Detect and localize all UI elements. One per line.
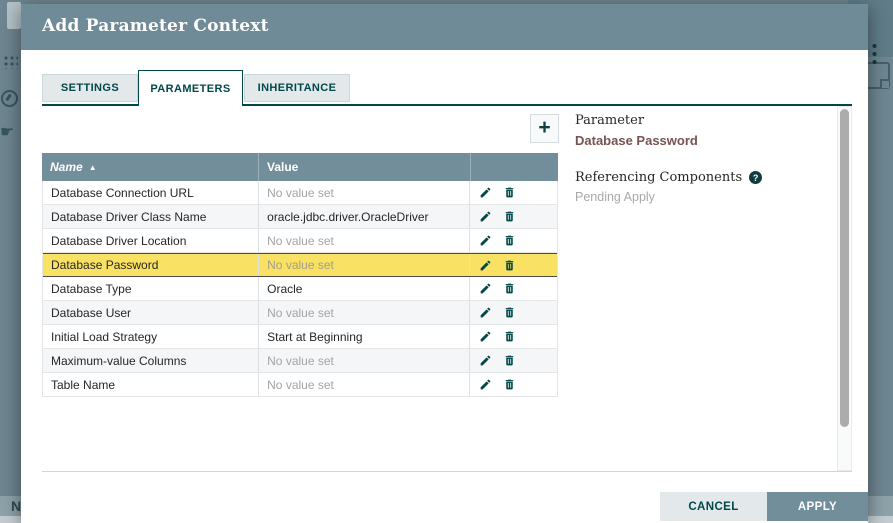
tab-parameters[interactable]: PARAMETERS bbox=[138, 70, 243, 106]
scrollbar-track[interactable] bbox=[837, 106, 852, 471]
scrollbar-thumb[interactable] bbox=[840, 109, 849, 427]
edit-parameter-icon[interactable] bbox=[478, 258, 492, 272]
parameter-value-cell: No value set bbox=[258, 373, 469, 396]
edit-parameter-icon[interactable] bbox=[478, 234, 492, 248]
parameter-detail-panel: Parameter Database Password Referencing … bbox=[575, 113, 845, 204]
parameter-value-cell: No value set bbox=[258, 229, 469, 252]
tab-settings-label: SETTINGS bbox=[61, 82, 119, 94]
column-name-label: Name bbox=[50, 160, 83, 174]
help-icon[interactable]: ? bbox=[749, 171, 762, 184]
dialog-header: Add Parameter Context bbox=[21, 4, 868, 50]
parameter-actions-cell bbox=[469, 301, 557, 324]
table-row[interactable]: Initial Load Strategy Start at Beginning bbox=[43, 325, 557, 349]
parameter-name-cell: Maximum-value Columns bbox=[43, 349, 258, 372]
parameter-name-cell: Database Type bbox=[43, 277, 258, 300]
parameter-name-cell: Table Name bbox=[43, 373, 258, 396]
parameter-table: Name ▲ Value Database Connection URL No … bbox=[42, 153, 558, 397]
parameter-actions-cell bbox=[469, 205, 557, 228]
parameter-value-cell: Oracle bbox=[258, 277, 469, 300]
components-grid-icon bbox=[3, 55, 18, 69]
selected-parameter-name: Database Password bbox=[575, 133, 845, 148]
table-row[interactable]: Table Name No value set bbox=[43, 373, 557, 397]
edit-parameter-icon[interactable] bbox=[478, 378, 492, 392]
delete-parameter-icon[interactable] bbox=[502, 258, 516, 272]
parameter-name-cell: Database Driver Class Name bbox=[43, 205, 258, 228]
delete-parameter-icon[interactable] bbox=[502, 210, 516, 224]
plus-icon: + bbox=[538, 117, 550, 138]
toolbar-dots-icon bbox=[872, 42, 877, 64]
breadcrumb-partial-text: N bbox=[11, 498, 21, 514]
edit-parameter-icon[interactable] bbox=[478, 210, 492, 224]
table-row[interactable]: Database Password No value set bbox=[43, 253, 557, 277]
parameter-table-body: Database Connection URL No value set Dat… bbox=[42, 181, 558, 397]
dialog-title: Add Parameter Context bbox=[42, 16, 269, 36]
parameter-value-cell: No value set bbox=[258, 349, 469, 372]
edit-parameter-icon[interactable] bbox=[478, 354, 492, 368]
table-row[interactable]: Database Driver Location No value set bbox=[43, 229, 557, 253]
parameter-actions-cell bbox=[469, 349, 557, 372]
table-row[interactable]: Database Type Oracle bbox=[43, 277, 557, 301]
edit-parameter-icon[interactable] bbox=[478, 330, 492, 344]
parameter-actions-cell bbox=[469, 229, 557, 252]
parameter-name-cell: Database Driver Location bbox=[43, 229, 258, 252]
hand-tool-icon: ☛ bbox=[0, 122, 14, 142]
delete-parameter-icon[interactable] bbox=[502, 354, 516, 368]
delete-parameter-icon[interactable] bbox=[502, 306, 516, 320]
delete-parameter-icon[interactable] bbox=[502, 378, 516, 392]
parameter-actions-cell bbox=[469, 181, 557, 204]
parameter-name-cell: Database User bbox=[43, 301, 258, 324]
table-row[interactable]: Maximum-value Columns No value set bbox=[43, 349, 557, 373]
parameter-actions-cell bbox=[469, 373, 557, 396]
delete-parameter-icon[interactable] bbox=[502, 234, 516, 248]
parameter-value-cell: No value set bbox=[258, 181, 469, 204]
table-row[interactable]: Database Driver Class Name oracle.jdbc.d… bbox=[43, 205, 557, 229]
footer-divider bbox=[42, 471, 852, 472]
table-row[interactable]: Database Connection URL No value set bbox=[43, 181, 557, 205]
column-header-value[interactable]: Value bbox=[258, 153, 470, 181]
add-parameter-context-dialog: Add Parameter Context SETTINGS PARAMETER… bbox=[21, 4, 868, 523]
parameter-value-cell: Start at Beginning bbox=[258, 325, 469, 348]
parameter-name-cell: Initial Load Strategy bbox=[43, 325, 258, 348]
edit-parameter-icon[interactable] bbox=[478, 282, 492, 296]
column-header-actions bbox=[470, 153, 558, 181]
tab-inheritance[interactable]: INHERITANCE bbox=[244, 74, 350, 102]
parameter-value-cell: No value set bbox=[258, 254, 469, 276]
cancel-button[interactable]: CANCEL bbox=[660, 492, 767, 521]
parameter-table-header: Name ▲ Value bbox=[42, 153, 558, 181]
referencing-components-status: Pending Apply bbox=[575, 190, 845, 204]
parameter-label: Parameter bbox=[575, 113, 845, 128]
toolbox-chip bbox=[7, 2, 21, 29]
tab-settings[interactable]: SETTINGS bbox=[42, 74, 138, 102]
parameter-name-cell: Database Password bbox=[43, 254, 258, 276]
column-header-name[interactable]: Name ▲ bbox=[42, 153, 258, 181]
parameter-actions-cell bbox=[469, 277, 557, 300]
tab-inheritance-label: INHERITANCE bbox=[258, 82, 337, 94]
parameter-value-cell: No value set bbox=[258, 301, 469, 324]
sort-asc-icon: ▲ bbox=[89, 163, 97, 172]
delete-parameter-icon[interactable] bbox=[502, 282, 516, 296]
funnel-tool-icon bbox=[1, 90, 18, 107]
parameter-value-cell: oracle.jdbc.driver.OracleDriver bbox=[258, 205, 469, 228]
parameter-actions-cell bbox=[469, 254, 557, 276]
delete-parameter-icon[interactable] bbox=[502, 186, 516, 200]
column-value-label: Value bbox=[267, 160, 298, 174]
parameter-actions-cell bbox=[469, 325, 557, 348]
apply-button[interactable]: APPLY bbox=[767, 492, 868, 521]
table-row[interactable]: Database User No value set bbox=[43, 301, 557, 325]
delete-parameter-icon[interactable] bbox=[502, 330, 516, 344]
add-parameter-button[interactable]: + bbox=[530, 114, 559, 143]
edit-parameter-icon[interactable] bbox=[478, 306, 492, 320]
referencing-components-label: Referencing Components bbox=[575, 170, 742, 185]
parameter-name-cell: Database Connection URL bbox=[43, 181, 258, 204]
edit-parameter-icon[interactable] bbox=[478, 186, 492, 200]
tab-parameters-label: PARAMETERS bbox=[150, 83, 230, 95]
